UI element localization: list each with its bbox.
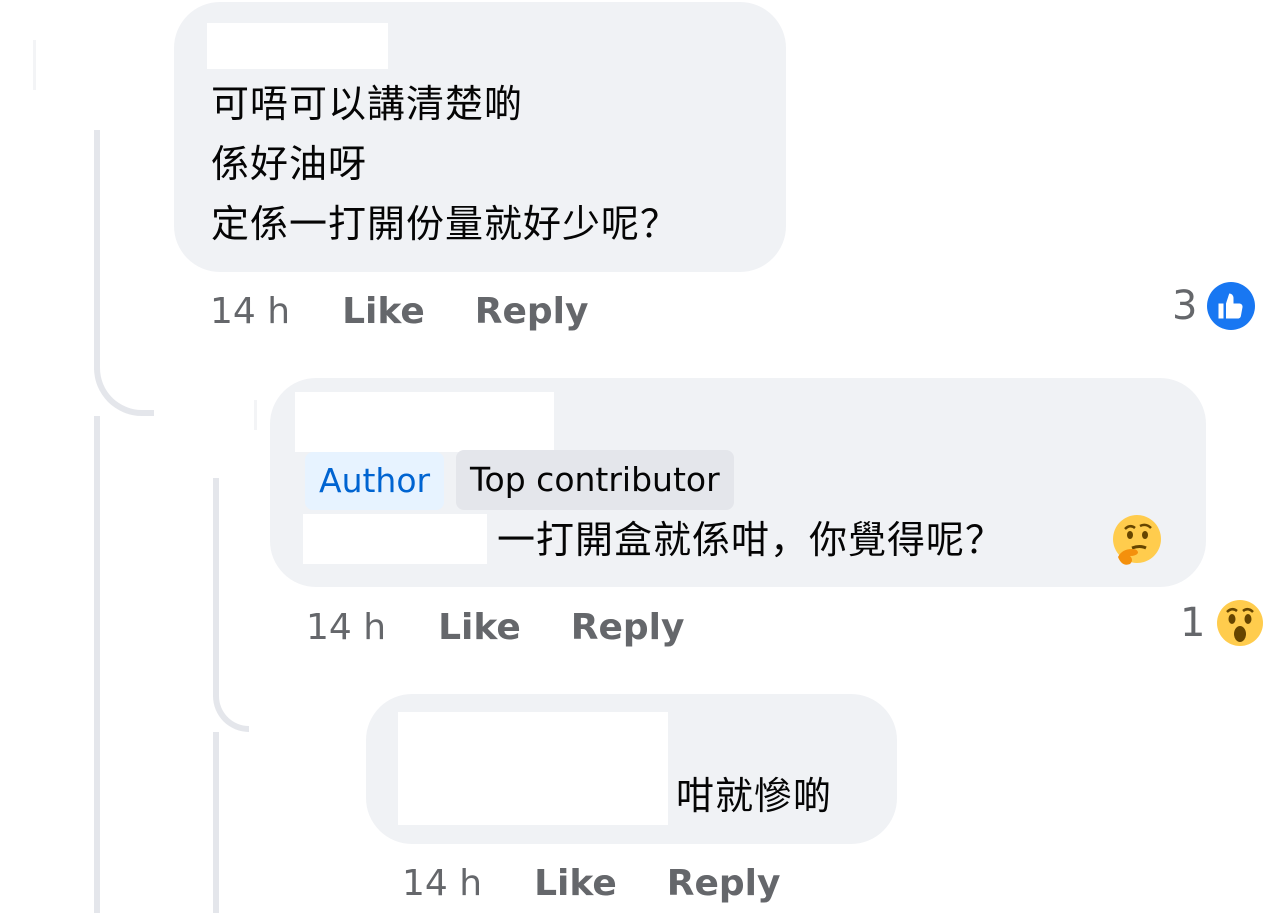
like-button[interactable]: Like <box>342 291 425 332</box>
comment-timestamp[interactable]: 14 h <box>402 863 482 904</box>
top-contributor-badge: Top contributor <box>456 450 734 510</box>
reply-button[interactable]: Reply <box>571 607 685 648</box>
thread-line-faint-2 <box>254 400 257 430</box>
thinking-face-emoji <box>1110 513 1164 567</box>
redacted-author-name <box>295 392 554 452</box>
comment-text: 咁就慘啲 <box>676 766 832 826</box>
like-icon <box>1207 282 1256 330</box>
like-button[interactable]: Like <box>534 863 617 904</box>
comment-text-content: 咁就慘啲 <box>676 774 833 818</box>
thread-line-level-2-continued <box>213 732 219 913</box>
redacted-author-name <box>207 23 388 69</box>
redacted-mention <box>303 514 487 564</box>
comment-timestamp[interactable]: 14 h <box>210 291 290 332</box>
comment-text-content: 一打開盒就係咁，你覺得呢？ <box>497 518 1005 562</box>
reaction-count: 3 <box>1172 283 1198 329</box>
comment-bubble: 可唔可以講清楚啲 係好油呀 定係一打開份量就好少呢？ <box>174 2 786 272</box>
reaction-summary[interactable]: 1 <box>1180 598 1265 648</box>
reaction-summary[interactable]: 3 <box>1172 281 1256 331</box>
comment-text: 可唔可以講清楚啲 係好油呀 定係一打開份量就好少呢？ <box>211 74 679 254</box>
reaction-count: 1 <box>1180 600 1206 646</box>
comment-timestamp[interactable]: 14 h <box>306 607 386 648</box>
author-badge: Author <box>305 452 445 510</box>
comment-thread: 可唔可以講清楚啲 係好油呀 定係一打開份量就好少呢？ 14 h Like Rep… <box>0 0 1284 913</box>
thread-line-level-1-continued <box>94 416 100 913</box>
like-button[interactable]: Like <box>438 607 521 648</box>
reply-button[interactable]: Reply <box>667 863 781 904</box>
thread-line-faint <box>33 40 36 90</box>
comment-text-line: 定係一打開份量就好少呢？ <box>211 202 680 246</box>
thread-line-level-2 <box>213 478 219 678</box>
wow-face-icon <box>1215 598 1265 648</box>
comment-actions: 14 h Like Reply <box>210 286 588 336</box>
comment-text: 一打開盒就係咁，你覺得呢？ <box>497 510 1004 570</box>
comment-text-line: 可唔可以講清楚啲 <box>211 82 524 126</box>
comment-text-line: 係好油呀 <box>211 142 368 186</box>
comment-actions: 14 h Like Reply <box>402 858 780 908</box>
comment-actions: 14 h Like Reply <box>306 602 684 652</box>
reply-button[interactable]: Reply <box>475 291 589 332</box>
thread-curve-level-1 <box>94 360 154 416</box>
redacted-author-name <box>398 712 668 825</box>
thread-line-level-1 <box>94 130 100 370</box>
thread-curve-level-2 <box>213 676 249 732</box>
